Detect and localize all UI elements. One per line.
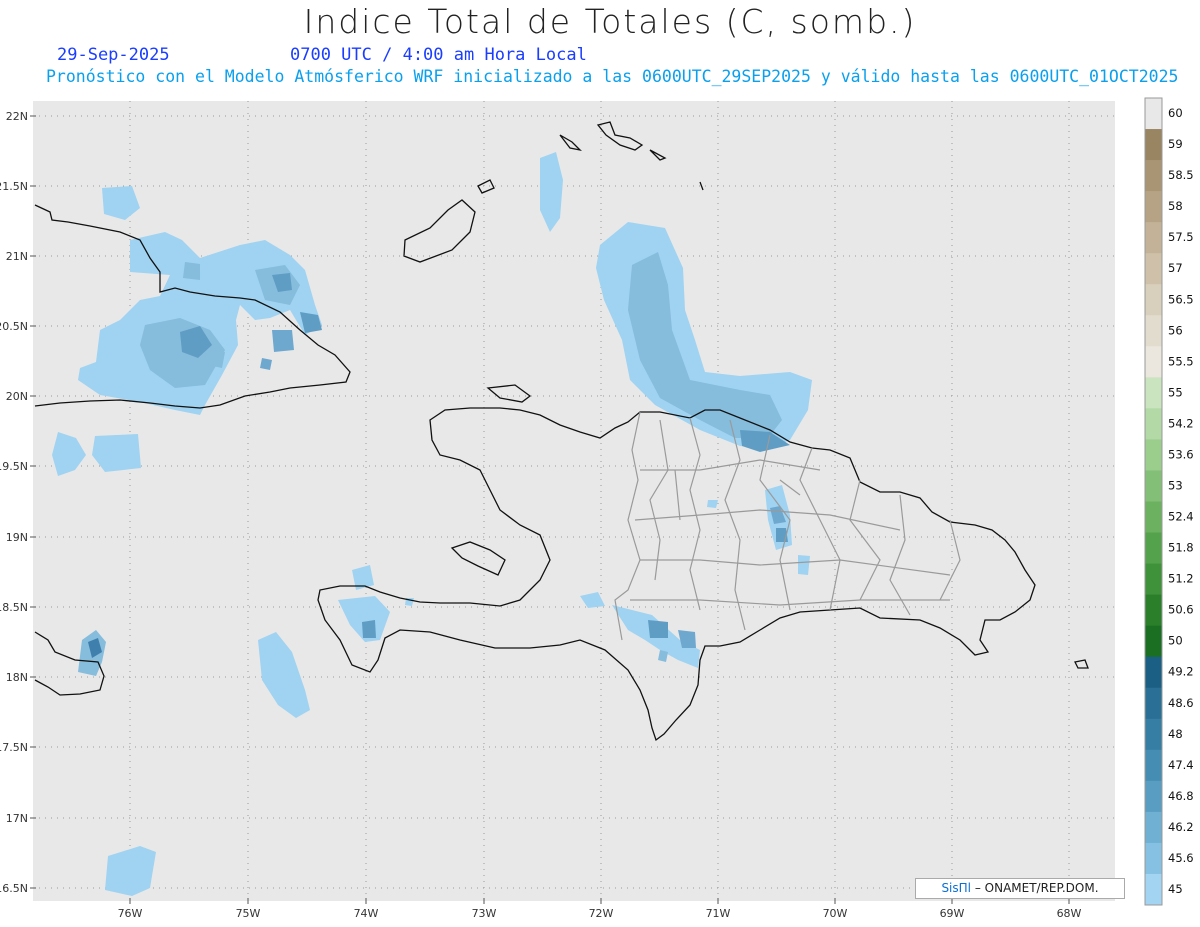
weather-map: 22N 21.5N 21N 20.5N 20N 19.5N 19N 18.5N 18N 17.5N… xyxy=(0,97,1194,920)
lat-label: 21N xyxy=(6,250,28,263)
lat-label: 22N xyxy=(6,110,28,123)
colorbar-swatch xyxy=(1145,656,1162,689)
credit-box: SisПl – ONAMET/REP.DOM. xyxy=(915,878,1125,899)
lat-label: 19N xyxy=(6,531,28,544)
colorbar-swatch xyxy=(1145,501,1162,534)
lat-label: 21.5N xyxy=(0,180,28,193)
colorbar-label: 45 xyxy=(1168,882,1183,896)
colorbar-swatch xyxy=(1145,532,1162,565)
colorbar-label: 50 xyxy=(1168,634,1183,648)
lon-label: 75W xyxy=(236,907,261,920)
colorbar-swatch xyxy=(1145,408,1162,440)
colorbar-label: 46.8 xyxy=(1168,789,1194,803)
colorbar-label: 58.5 xyxy=(1168,168,1194,182)
colorbar-label: 50.6 xyxy=(1168,603,1194,617)
colorbar-label: 55 xyxy=(1168,385,1183,399)
colorbar-swatch xyxy=(1145,873,1162,906)
colorbar-label: 57 xyxy=(1168,261,1183,275)
lon-label: 68W xyxy=(1057,907,1082,920)
colorbar-swatch xyxy=(1145,160,1162,192)
colorbar-swatch xyxy=(1145,346,1162,378)
colorbar-label: 60 xyxy=(1168,106,1183,120)
colorbar-swatch xyxy=(1145,780,1162,813)
colorbar-label: 51.2 xyxy=(1168,572,1194,586)
colorbar-label: 48.6 xyxy=(1168,696,1194,710)
colorbar-label: 51.8 xyxy=(1168,541,1194,555)
colorbar-swatch xyxy=(1145,284,1162,316)
lon-label: 69W xyxy=(940,907,965,920)
colorbar-label: 54.2 xyxy=(1168,416,1194,430)
colorbar-label: 56 xyxy=(1168,323,1183,337)
colorbar-swatch xyxy=(1145,687,1162,720)
colorbar-label: 47.4 xyxy=(1168,758,1194,772)
colorbar-label: 55.5 xyxy=(1168,354,1194,368)
lat-label: 18N xyxy=(6,671,28,684)
lat-label: 20.5N xyxy=(0,320,28,333)
colorbar-label: 53.6 xyxy=(1168,447,1194,461)
colorbar-swatch xyxy=(1145,191,1162,223)
colorbar-swatch xyxy=(1145,718,1162,751)
credit-brand: SisПl xyxy=(941,881,971,895)
lon-label: 73W xyxy=(472,907,497,920)
colorbar-label: 49.2 xyxy=(1168,665,1194,679)
colorbar-swatch xyxy=(1145,625,1162,658)
colorbar-label: 56.5 xyxy=(1168,292,1194,306)
colorbar-swatch xyxy=(1145,811,1162,844)
colorbar-label: 59 xyxy=(1168,137,1183,151)
lat-label: 17.5N xyxy=(0,741,28,754)
lon-label: 76W xyxy=(118,907,143,920)
colorbar-swatch xyxy=(1145,377,1162,409)
colorbar-label: 46.2 xyxy=(1168,820,1194,834)
lat-label: 20N xyxy=(6,390,28,403)
lon-label: 71W xyxy=(706,907,731,920)
colorbar-swatch xyxy=(1145,470,1162,502)
lat-label: 17N xyxy=(6,812,28,825)
colorbar-label: 52.4 xyxy=(1168,510,1194,524)
colorbar-label: 53 xyxy=(1168,479,1183,493)
lon-label: 70W xyxy=(823,907,848,920)
colorbar-swatch xyxy=(1145,563,1162,596)
colorbar-swatch xyxy=(1145,253,1162,285)
lat-label: 18.5N xyxy=(0,601,28,614)
colorbar-label: 57.5 xyxy=(1168,230,1194,244)
colorbar-label: 58 xyxy=(1168,199,1183,213)
colorbar-swatch xyxy=(1145,842,1162,875)
colorbar-swatch xyxy=(1145,594,1162,627)
map-plot-area xyxy=(33,101,1115,901)
credit-text: – ONAMET/REP.DOM. xyxy=(974,881,1099,895)
lon-label: 74W xyxy=(354,907,379,920)
lon-label: 72W xyxy=(589,907,614,920)
colorbar: 60 59 58.5 58 57.5 57 56.5 56 55.5 55 54.2 53.6 53 52… xyxy=(1144,97,1194,906)
lat-label: 16.5N xyxy=(0,882,28,895)
colorbar-label: 48 xyxy=(1168,727,1183,741)
colorbar-swatch xyxy=(1145,315,1162,347)
colorbar-swatch xyxy=(1145,439,1162,471)
colorbar-swatch xyxy=(1145,222,1162,254)
colorbar-swatch xyxy=(1145,749,1162,782)
colorbar-label: 45.6 xyxy=(1168,851,1194,865)
colorbar-swatch xyxy=(1145,98,1162,130)
colorbar-swatch xyxy=(1145,129,1162,161)
lat-label: 19.5N xyxy=(0,460,28,473)
